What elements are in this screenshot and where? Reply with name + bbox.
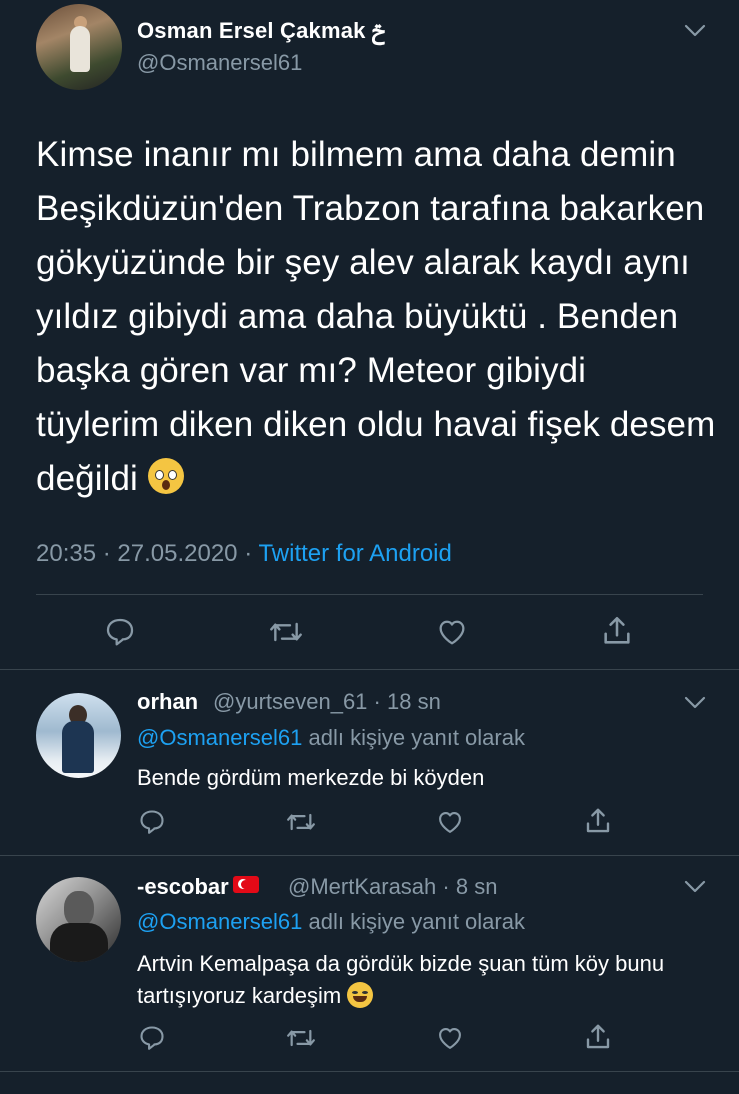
divider xyxy=(0,855,739,856)
author-badge: ݗ xyxy=(371,18,385,43)
avatar[interactable] xyxy=(36,4,122,90)
share-icon[interactable] xyxy=(583,1022,613,1052)
divider xyxy=(0,669,739,670)
chevron-down-icon[interactable] xyxy=(684,880,706,894)
chevron-down-icon[interactable] xyxy=(684,696,706,710)
meta-separator: · xyxy=(244,540,253,567)
share-icon[interactable] xyxy=(600,614,634,648)
heart-icon[interactable] xyxy=(435,808,465,836)
author-name[interactable]: Osman Ersel Çakmak ݗ xyxy=(137,18,385,44)
reply-icon[interactable] xyxy=(137,1024,167,1052)
reply-to-handle[interactable]: @Osmanersel61 xyxy=(137,725,302,750)
screaming-face-emoji xyxy=(147,458,184,494)
reply-to-line: @Osmanersel61 adlı kişiye yanıt olarak xyxy=(137,909,525,934)
tweet-meta: 20:35 · 27.05.2020 · Twitter for Android xyxy=(36,540,452,568)
tweet-text: Kimse inanır mı bilmem ama daha demin Be… xyxy=(36,135,716,498)
author-handle[interactable]: @Osmanersel61 xyxy=(137,50,302,76)
avatar[interactable] xyxy=(36,877,121,962)
heart-icon[interactable] xyxy=(435,616,469,648)
avatar[interactable] xyxy=(36,693,121,778)
reply-text: Artvin Kemalpaşa da gördük bizde şuan tü… xyxy=(137,951,665,1008)
tweet-time: 20:35 xyxy=(36,540,97,567)
tweet-date: 27.05.2020 xyxy=(117,540,238,567)
divider xyxy=(0,1071,739,1072)
reply-to-line: @Osmanersel61 adlı kişiye yanıt olarak xyxy=(137,725,525,750)
heart-icon[interactable] xyxy=(435,1024,465,1052)
reply-icon[interactable] xyxy=(137,808,167,836)
main-tweet: Osman Ersel Çakmak ݗ @Osmanersel61 Kimse… xyxy=(0,0,739,669)
divider xyxy=(36,594,703,595)
laughing-tears-emoji xyxy=(347,982,374,1008)
meta-separator: · xyxy=(102,540,111,567)
chevron-down-icon[interactable] xyxy=(684,24,706,38)
reply-author-handle[interactable]: @MertKarasah · 8 sn xyxy=(288,874,497,900)
share-icon[interactable] xyxy=(583,806,613,836)
reply-author-name[interactable]: -escobar xyxy=(137,874,259,900)
reply-author-handle[interactable]: @yurtseven_61 · 18 sn xyxy=(213,689,441,715)
reply-text: Bende gördüm merkezde bi köyden xyxy=(137,765,485,790)
tweet-source[interactable]: Twitter for Android xyxy=(258,540,451,567)
turkey-flag-icon xyxy=(232,876,259,893)
retweet-icon[interactable] xyxy=(285,808,317,836)
reply-author-name[interactable]: orhan xyxy=(137,689,198,715)
retweet-icon[interactable] xyxy=(285,1024,317,1052)
reply-to-handle[interactable]: @Osmanersel61 xyxy=(137,909,302,934)
reply-icon[interactable] xyxy=(103,616,137,648)
retweet-icon[interactable] xyxy=(268,616,304,648)
